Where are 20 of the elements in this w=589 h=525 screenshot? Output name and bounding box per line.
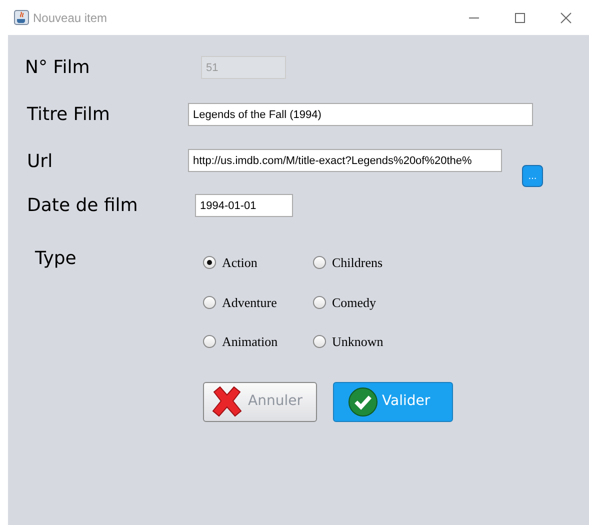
field-label: Url: [27, 150, 54, 174]
date-field[interactable]: 1994-01-01: [195, 194, 293, 217]
field-label: N° Film: [25, 56, 91, 80]
title-field[interactable]: Legends of the Fall (1994): [188, 103, 533, 126]
field-label: Type: [35, 247, 78, 271]
url-field[interactable]: http://us.imdb.com/M/title-exact?Legends%20of%20the%: [188, 149, 502, 172]
cross-icon: [210, 386, 244, 418]
radio-option[interactable]: Adventure: [203, 292, 313, 312]
maximize-icon[interactable]: [514, 12, 526, 24]
window-title: Nouveau item: [33, 10, 108, 26]
java-app-icon: [14, 10, 29, 25]
radio-option[interactable]: Comedy: [313, 292, 413, 312]
radio-option[interactable]: Action: [203, 253, 313, 272]
close-icon[interactable]: [560, 12, 572, 24]
radio-option[interactable]: Childrens: [313, 253, 413, 272]
radio-option[interactable]: Animation: [203, 332, 313, 352]
check-icon: [348, 386, 378, 416]
field-label: Date de film: [27, 194, 139, 218]
field-label: Titre Film: [27, 103, 111, 127]
radio-option[interactable]: Unknown: [313, 332, 413, 352]
